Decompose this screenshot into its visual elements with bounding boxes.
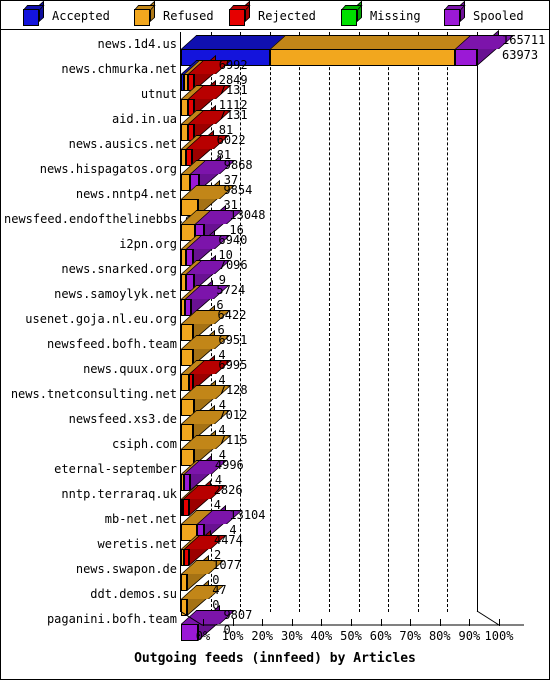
bar-value-top: 6992: [218, 58, 248, 72]
category-label: mb-net.net: [104, 512, 177, 526]
bar-value-top: 7096: [218, 258, 248, 272]
legend-cube-icon: [341, 0, 363, 27]
legend-label: Rejected: [258, 8, 316, 23]
category-label: news.1d4.us: [97, 37, 177, 51]
category-label: news.ausics.net: [68, 137, 177, 151]
axis-tick: [291, 619, 293, 626]
bar-value-top: 13048: [229, 208, 266, 222]
plot-canvas: 165711 63973 6992 2849 7131 1112 7131 81 6022 81 9…: [180, 29, 549, 679]
bar-value-top: 6940: [218, 233, 248, 247]
bar-value-top: 1077: [212, 558, 242, 572]
category-label: newsfeed.xs3.de: [68, 412, 177, 426]
bar-value-top: 4996: [214, 458, 244, 472]
bar-value-top: 9868: [223, 158, 253, 172]
bar-value-top: 7131: [218, 108, 248, 122]
category-label: news.tnetconsulting.net: [10, 387, 177, 401]
category-label: news.samoylyk.net: [54, 287, 177, 301]
category-label: eternal-september: [54, 462, 177, 476]
bar-value-top: 13104: [229, 508, 266, 522]
category-label: i2pn.org: [119, 237, 177, 251]
plot-area: news.1d4.us news.chmurka.net utnut aid.in.u…: [1, 29, 549, 679]
category-label: news.hispagatos.org: [39, 162, 177, 176]
bar-value-top: 7131: [218, 83, 248, 97]
category-label: aid.in.ua: [111, 112, 177, 126]
legend-cube-icon: [23, 0, 45, 27]
category-label: news.chmurka.net: [61, 62, 177, 76]
axis-tick: [439, 619, 441, 626]
legend-cube-icon: [134, 0, 156, 27]
chart-root: Accepted Refused Rejected Missing Spooled ne…: [0, 0, 550, 680]
bar-value-top: 47: [212, 583, 227, 597]
axis-tick: [232, 619, 234, 626]
category-label: news.snarked.org: [61, 262, 177, 276]
category-axis-labels: news.1d4.us news.chmurka.net utnut aid.in.u…: [1, 30, 207, 679]
chart-title: Outgoing feeds (innfeed) by Articles: [134, 651, 416, 666]
axis-tick: [321, 619, 323, 626]
axis-tick: [262, 619, 264, 626]
legend-label: Accepted: [52, 8, 110, 23]
category-label: newsfeed.bofh.team: [46, 337, 177, 351]
bar-value-top: 6995: [218, 358, 248, 372]
bar-value-top: 5724: [216, 283, 246, 297]
legend-label: Missing: [370, 8, 421, 23]
bar-value-top: 165711: [502, 33, 546, 47]
category-label: weretis.net: [97, 537, 177, 551]
axis-tick: [351, 619, 352, 626]
category-label: ddt.demos.su: [90, 587, 177, 601]
bar-value-top: 7128: [218, 383, 248, 397]
axis-tick: [499, 619, 500, 626]
chart-legend: Accepted Refused Rejected Missing Spooled: [1, 0, 549, 30]
legend-cube-icon: [444, 0, 466, 27]
bar-value-top: 9854: [223, 183, 253, 197]
legend-item-rejected[interactable]: Rejected: [229, 0, 316, 30]
category-label: usenet.goja.nl.eu.org: [25, 312, 177, 326]
category-label: paganini.bofh.team: [46, 612, 177, 626]
legend-item-spooled[interactable]: Spooled: [444, 0, 524, 30]
category-label: newsfeed.endofthelinebbs.com: [4, 212, 207, 226]
category-label: nntp.terraraq.uk: [61, 487, 177, 501]
legend-label: Spooled: [473, 8, 524, 23]
bar-value-top: 7115: [218, 433, 248, 447]
category-label: news.nntp4.net: [75, 187, 177, 201]
axis-tick: [410, 619, 412, 626]
legend-item-accepted[interactable]: Accepted: [23, 0, 110, 30]
category-label: csiph.com: [111, 437, 177, 451]
legend-item-refused[interactable]: Refused: [134, 0, 214, 30]
legend-label: Refused: [163, 8, 214, 23]
bar-value-top: 6422: [217, 308, 247, 322]
axis-tick: [203, 619, 204, 626]
category-label: news.swapon.de: [75, 562, 177, 576]
axis-tick: [380, 619, 382, 626]
legend-cube-icon: [229, 0, 251, 27]
bar-value-top: 7012: [218, 408, 248, 422]
axis-tick-label: 100%: [484, 629, 514, 643]
axis-tick: [469, 619, 471, 626]
legend-item-missing[interactable]: Missing: [341, 0, 421, 30]
bar-value-top: 6951: [218, 333, 248, 347]
category-label: news.quux.org: [83, 362, 177, 376]
bar-value-top: 4474: [213, 533, 243, 547]
bar-value-top: 6022: [216, 133, 246, 147]
category-label: utnut: [140, 87, 177, 101]
bar-value-top: 2826: [213, 483, 243, 497]
